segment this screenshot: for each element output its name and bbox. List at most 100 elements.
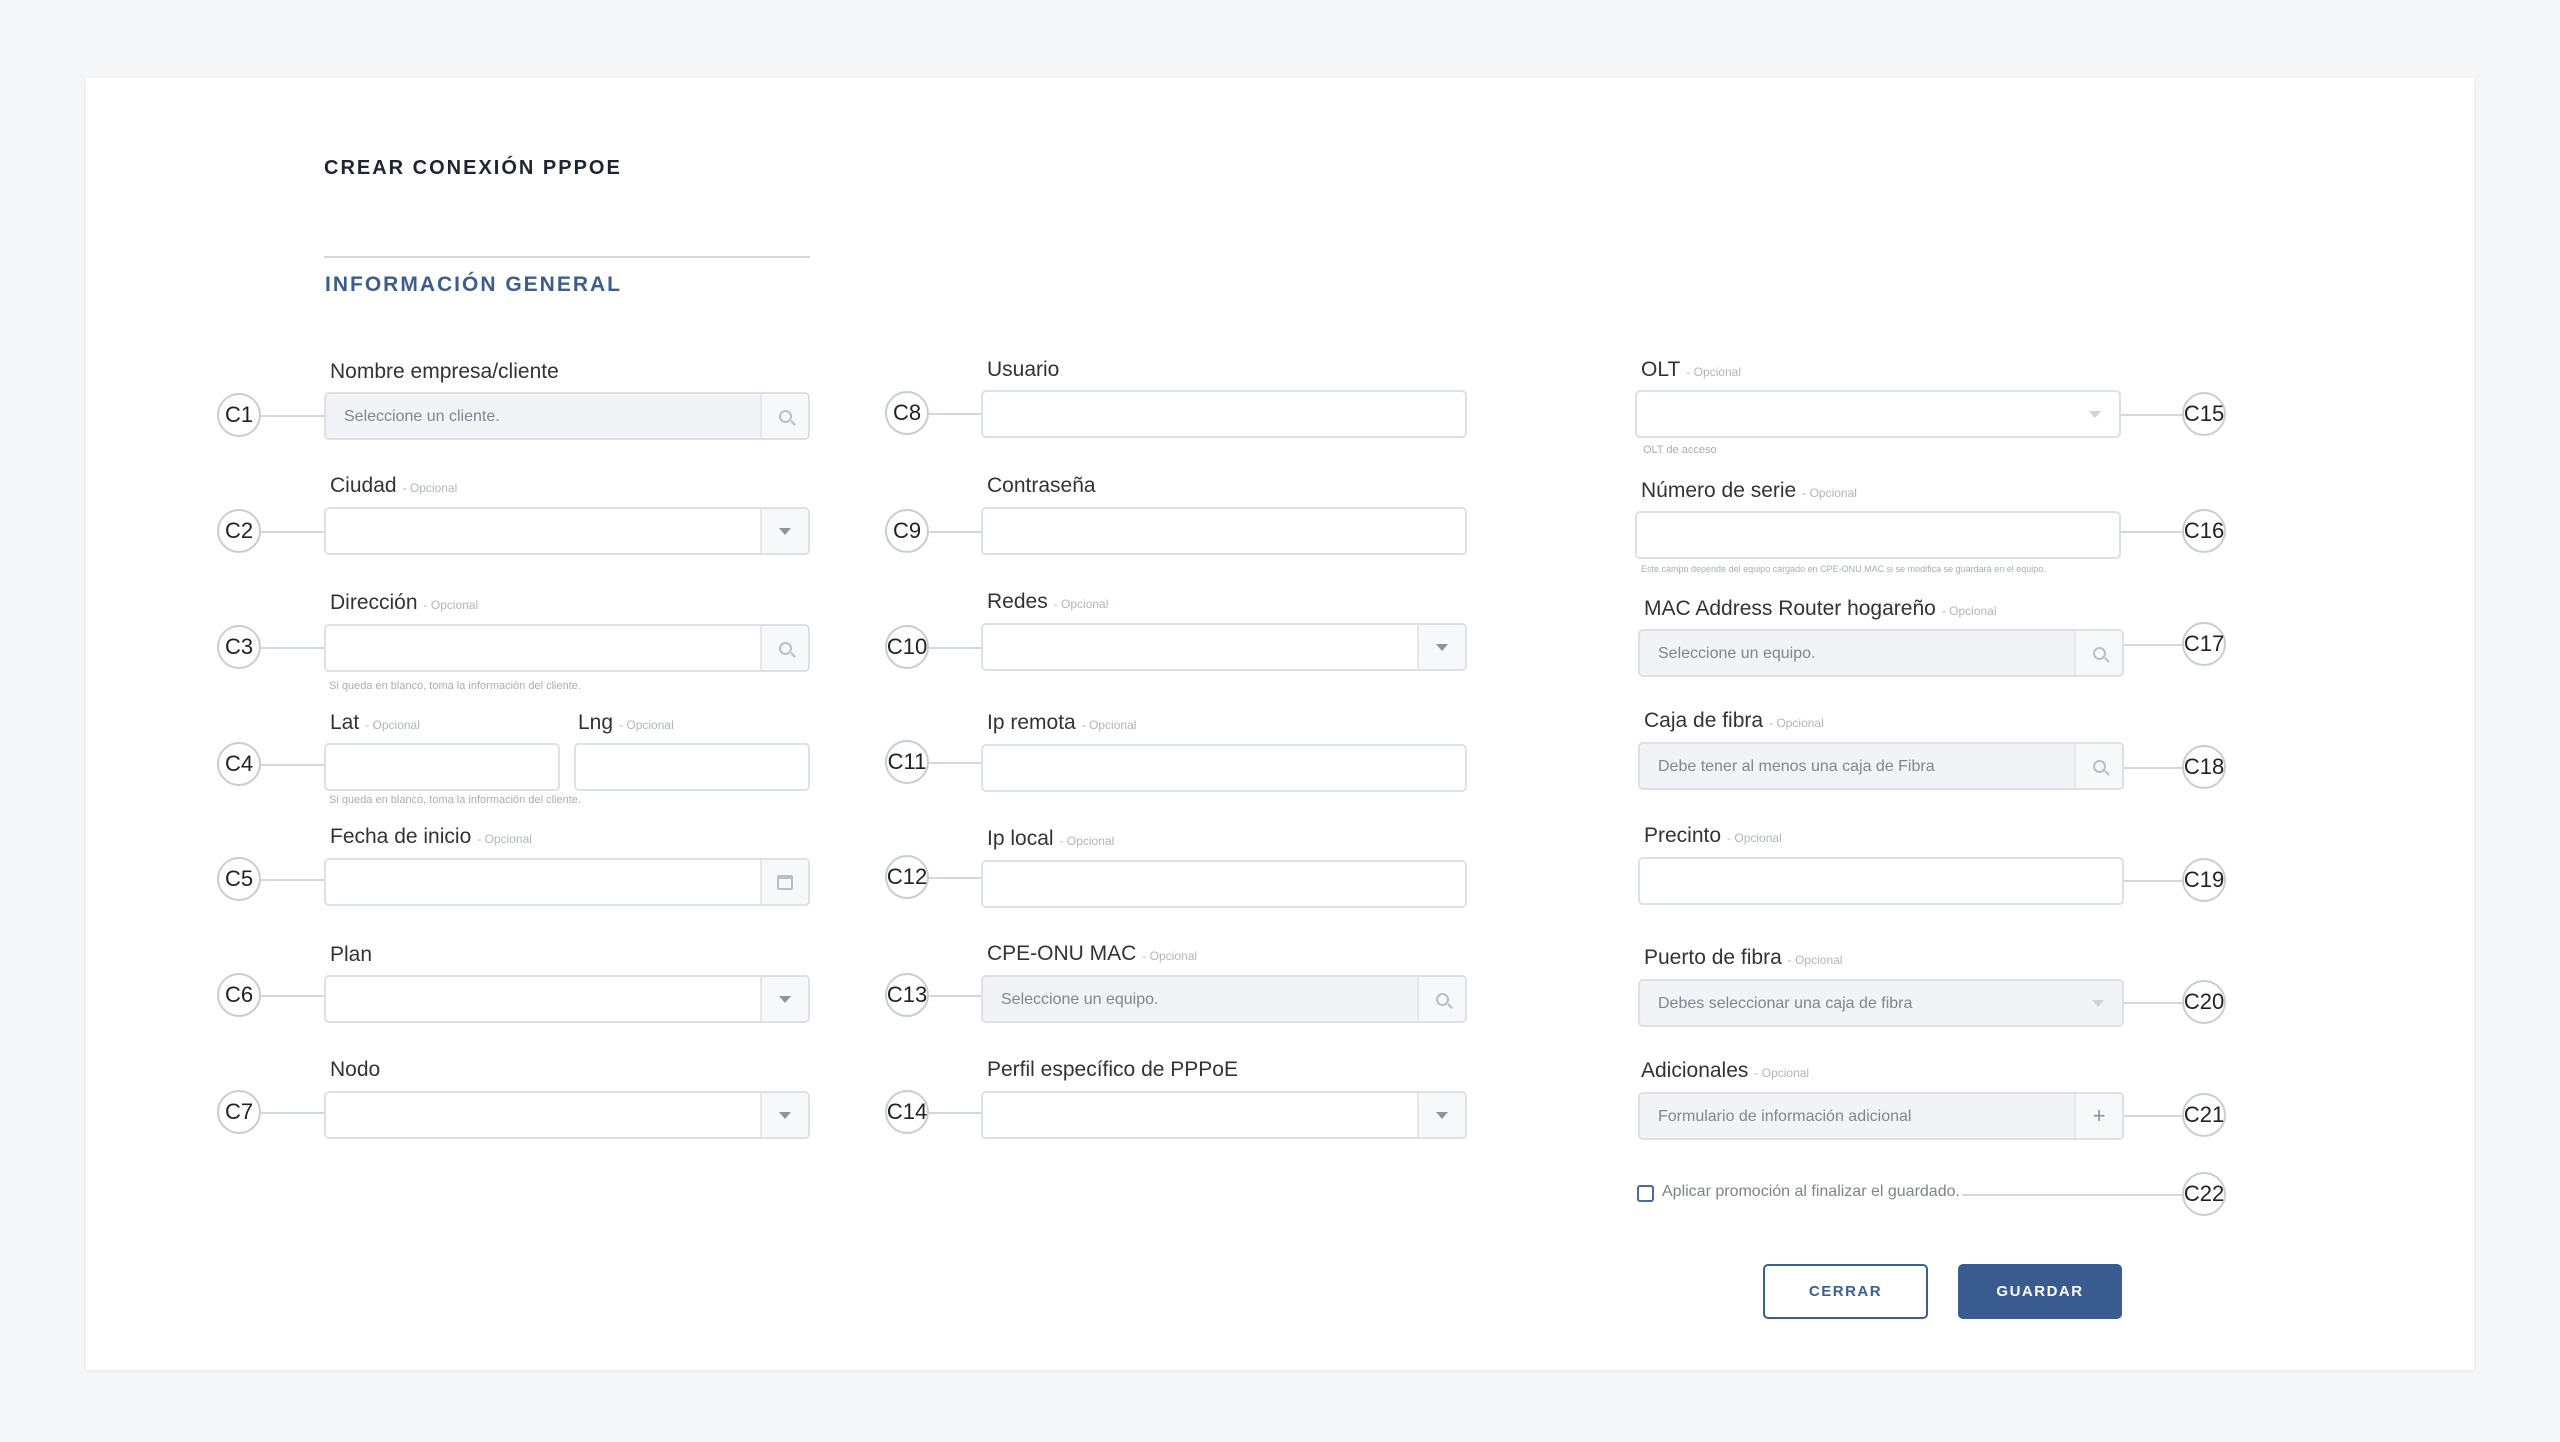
serie-input[interactable]	[1635, 511, 2121, 559]
callout-c11: C11	[885, 740, 929, 784]
connector-line	[261, 647, 324, 649]
direccion-help: Si queda en blanco, toma la información …	[329, 680, 581, 692]
callout-c16: C16	[2182, 509, 2226, 553]
precinto-input[interactable]	[1638, 857, 2124, 905]
connector-line	[929, 995, 981, 997]
section-title: INFORMACIÓN GENERAL	[325, 273, 622, 296]
ip-local-label: Ip local - Opcional	[987, 827, 1115, 850]
olt-label: OLT - Opcional	[1641, 358, 1741, 381]
connector-line	[261, 879, 324, 881]
connector-line	[929, 531, 981, 533]
connector-line	[261, 764, 324, 766]
direccion-label: Dirección - Opcional	[330, 591, 479, 614]
plan-select[interactable]	[324, 975, 810, 1023]
connector-line	[2124, 644, 2183, 646]
caja-label: Caja de fibra - Opcional	[1644, 709, 1824, 732]
connector-line	[2124, 1115, 2183, 1117]
connector-line	[929, 762, 981, 764]
chevron-down-icon[interactable]	[760, 509, 808, 553]
callout-c2: C2	[217, 509, 261, 553]
mac-router-placeholder: Seleccione un equipo.	[1658, 645, 1816, 662]
close-button[interactable]: CERRAR	[1763, 1264, 1928, 1319]
lat-input[interactable]	[324, 743, 560, 791]
search-icon[interactable]	[2074, 744, 2122, 788]
callout-c10: C10	[885, 625, 929, 669]
latlng-help: Si queda en blanco, toma la información …	[329, 794, 581, 806]
serie-label: Número de serie - Opcional	[1641, 479, 1857, 502]
lng-label: Lng - Opcional	[578, 711, 674, 734]
chevron-down-icon[interactable]	[760, 977, 808, 1021]
search-icon[interactable]	[1417, 977, 1465, 1021]
save-button[interactable]: GUARDAR	[1958, 1264, 2122, 1319]
form-card	[86, 78, 2474, 1370]
fecha-input[interactable]	[324, 858, 810, 906]
client-select-field[interactable]: Seleccione un cliente.	[324, 392, 810, 440]
ip-remota-input[interactable]	[981, 744, 1467, 792]
contrasena-label: Contraseña	[987, 474, 1096, 497]
cpe-select-field[interactable]: Seleccione un equipo.	[981, 975, 1467, 1023]
callout-c9: C9	[885, 509, 929, 553]
olt-select[interactable]	[1635, 390, 2121, 438]
cpe-placeholder: Seleccione un equipo.	[1001, 991, 1159, 1008]
page-title: CREAR CONEXIÓN PPPOE	[324, 157, 622, 179]
search-icon[interactable]	[2074, 631, 2122, 675]
callout-c15: C15	[2182, 392, 2226, 436]
callout-c12: C12	[885, 855, 929, 899]
chevron-down-icon[interactable]	[2071, 392, 2119, 436]
usuario-label: Usuario	[987, 358, 1060, 381]
callout-c22: C22	[2182, 1172, 2226, 1216]
connector-line	[261, 995, 324, 997]
ciudad-select[interactable]	[324, 507, 810, 555]
promo-checkbox[interactable]	[1637, 1185, 1654, 1202]
promo-checkbox-label[interactable]: Aplicar promoción al finalizar el guarda…	[1662, 1183, 1960, 1201]
connector-line	[2124, 767, 2183, 769]
callout-c1: C1	[217, 393, 261, 437]
redes-select[interactable]	[981, 623, 1467, 671]
connector-line	[929, 647, 981, 649]
caja-placeholder: Debe tener al menos una caja de Fibra	[1658, 758, 1935, 775]
callout-c18: C18	[2182, 745, 2226, 789]
plus-icon[interactable]: +	[2074, 1094, 2122, 1138]
nodo-select[interactable]	[324, 1091, 810, 1139]
search-icon[interactable]	[760, 394, 808, 438]
section-divider	[324, 256, 810, 258]
redes-label: Redes - Opcional	[987, 590, 1109, 613]
connector-line	[929, 413, 981, 415]
callout-c4: C4	[217, 742, 261, 786]
callout-c17: C17	[2182, 622, 2226, 666]
callout-c3: C3	[217, 625, 261, 669]
ip-local-input[interactable]	[981, 860, 1467, 908]
serie-help: Este campo depende del equipo cargado en…	[1641, 564, 2046, 574]
contrasena-input[interactable]	[981, 507, 1467, 555]
callout-c6: C6	[217, 973, 261, 1017]
adicionales-placeholder: Formulario de información adicional	[1658, 1108, 1912, 1125]
nodo-label: Nodo	[330, 1058, 381, 1081]
chevron-down-icon[interactable]	[1417, 1093, 1465, 1137]
mac-router-select[interactable]: Seleccione un equipo.	[1638, 629, 2124, 677]
plan-label: Plan	[330, 943, 373, 966]
chevron-down-icon[interactable]	[1417, 625, 1465, 669]
direccion-input[interactable]	[324, 624, 810, 672]
lng-input[interactable]	[574, 743, 810, 791]
usuario-input[interactable]	[981, 390, 1467, 438]
callout-c21: C21	[2182, 1093, 2226, 1137]
chevron-down-icon[interactable]	[2074, 981, 2122, 1025]
nombre-label: Nombre empresa/cliente	[330, 360, 559, 383]
connector-line	[929, 877, 981, 879]
callout-c7: C7	[217, 1090, 261, 1134]
calendar-icon[interactable]	[760, 860, 808, 904]
callout-c5: C5	[217, 857, 261, 901]
chevron-down-icon[interactable]	[760, 1093, 808, 1137]
adicionales-field[interactable]: Formulario de información adicional +	[1638, 1092, 2124, 1140]
precinto-label: Precinto - Opcional	[1644, 824, 1782, 847]
olt-help: OLT de acceso	[1643, 444, 1717, 456]
perfil-select[interactable]	[981, 1091, 1467, 1139]
caja-select[interactable]: Debe tener al menos una caja de Fibra	[1638, 742, 2124, 790]
search-icon[interactable]	[760, 626, 808, 670]
puerto-select[interactable]: Debes seleccionar una caja de fibra	[1638, 979, 2124, 1027]
connector-line	[261, 531, 324, 533]
connector-line	[2124, 880, 2183, 882]
ciudad-label: Ciudad - Opcional	[330, 474, 458, 497]
connector-line	[929, 1112, 981, 1114]
lat-label: Lat - Opcional	[330, 711, 420, 734]
